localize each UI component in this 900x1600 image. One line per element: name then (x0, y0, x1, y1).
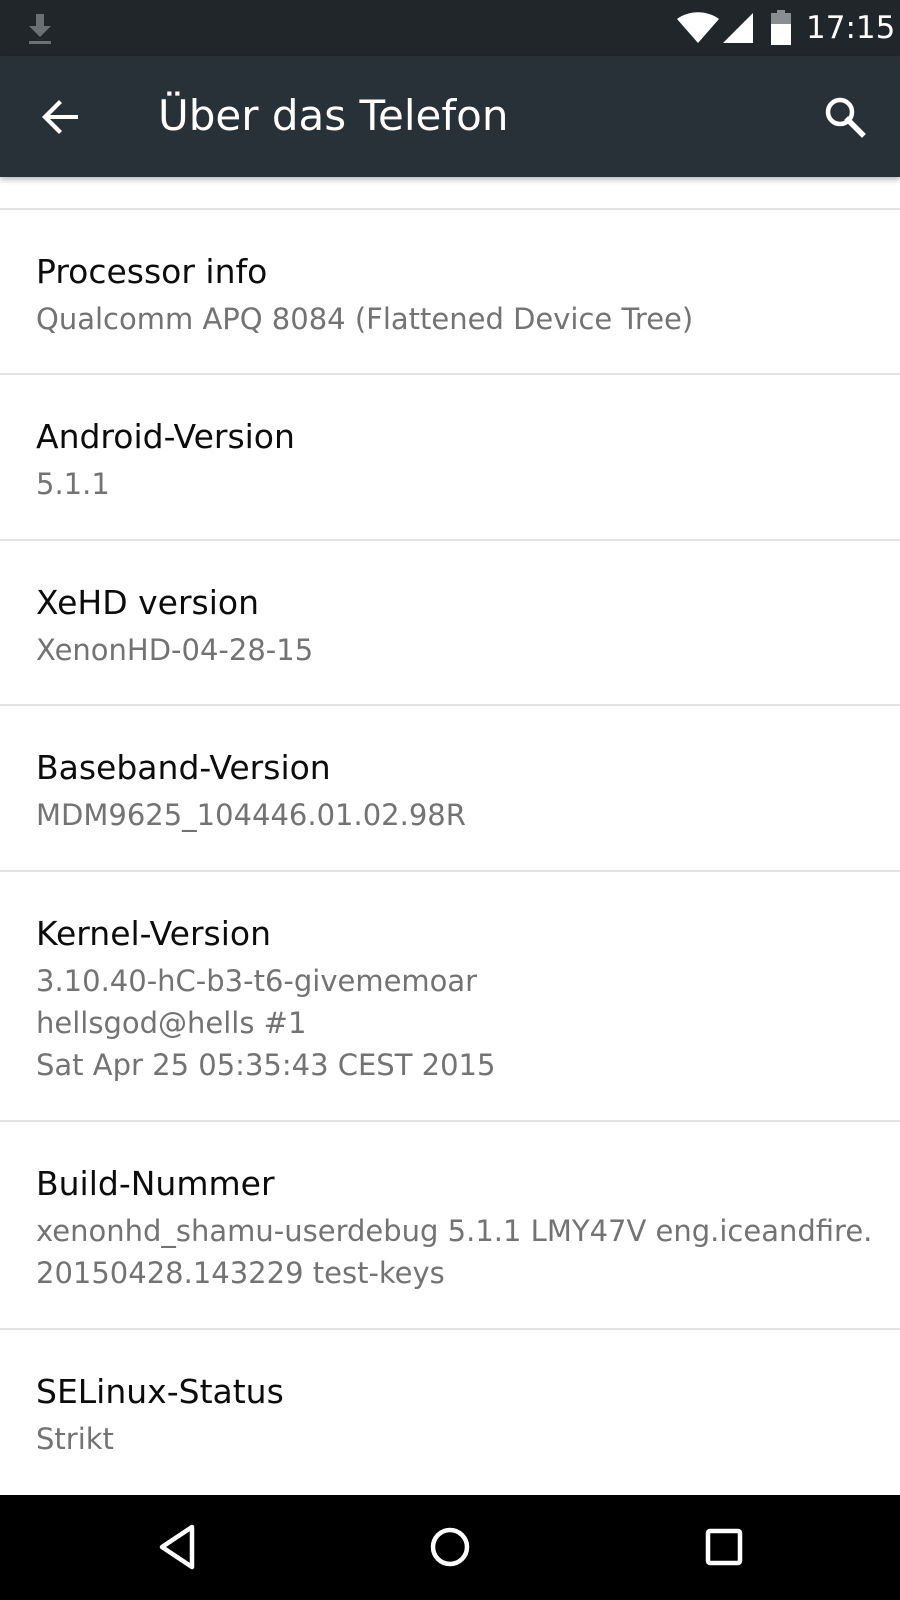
settings-list: Processor info Qualcomm APQ 8084 (Flatte… (0, 177, 900, 1495)
list-item-summary: xenonhd_shamu-userdebug 5.1.1 LMY47V eng… (36, 1214, 873, 1248)
list-item-title: XeHD version (36, 583, 260, 622)
search-icon[interactable] (820, 92, 870, 142)
nav-home-icon[interactable] (422, 1519, 478, 1575)
list-item-processor-info[interactable]: Processor info Qualcomm APQ 8084 (Flatte… (0, 210, 900, 375)
app-bar: Über das Telefon (0, 56, 900, 177)
nav-recents-icon[interactable] (696, 1519, 752, 1575)
battery-icon (771, 10, 791, 45)
list-item-android-version[interactable]: Android-Version 5.1.1 (0, 375, 900, 541)
status-bar: 17:15 (0, 0, 900, 56)
nav-back-icon[interactable] (150, 1519, 206, 1575)
list-item-title: Build-Nummer (36, 1164, 275, 1203)
signal-icon (723, 13, 753, 43)
list-item-summary: hellsgod@hells #1 (36, 1006, 307, 1040)
back-arrow-icon[interactable] (36, 92, 86, 142)
list-item-title: Baseband-Version (36, 748, 331, 787)
list-item-title: Processor info (36, 252, 268, 291)
list-item-summary: MDM9625_104446.01.02.98R (36, 798, 466, 832)
download-icon (29, 14, 51, 44)
status-clock: 17:15 (806, 10, 896, 46)
list-item-title: Kernel-Version (36, 914, 271, 953)
wifi-icon (677, 12, 719, 43)
list-item-baseband-version[interactable]: Baseband-Version MDM9625_104446.01.02.98… (0, 706, 900, 872)
list-item-build-number[interactable]: Build-Nummer xenonhd_shamu-userdebug 5.1… (0, 1122, 900, 1330)
list-item-summary: 20150428.143229 test-keys (36, 1256, 445, 1290)
navigation-bar (0, 1495, 900, 1600)
list-item-selinux-status[interactable]: SELinux-Status Strikt (0, 1330, 900, 1495)
list-item-summary: Qualcomm APQ 8084 (Flattened Device Tree… (36, 302, 694, 336)
list-item-kernel-version[interactable]: Kernel-Version 3.10.40-hC-b3-t6-givememo… (0, 872, 900, 1122)
list-item-summary: Sat Apr 25 05:35:43 CEST 2015 (36, 1048, 496, 1082)
page-title: Über das Telefon (158, 91, 509, 140)
list-item-summary: Strikt (36, 1422, 114, 1456)
list-item-summary: XenonHD-04-28-15 (36, 633, 314, 667)
list-item-title: SELinux-Status (36, 1372, 284, 1411)
list-item-title: Android-Version (36, 417, 295, 456)
list-item-summary: 3.10.40-hC-b3-t6-givememoar (36, 964, 478, 998)
list-item-xehd-version[interactable]: XeHD version XenonHD-04-28-15 (0, 541, 900, 706)
list-item-summary: 5.1.1 (36, 467, 110, 501)
